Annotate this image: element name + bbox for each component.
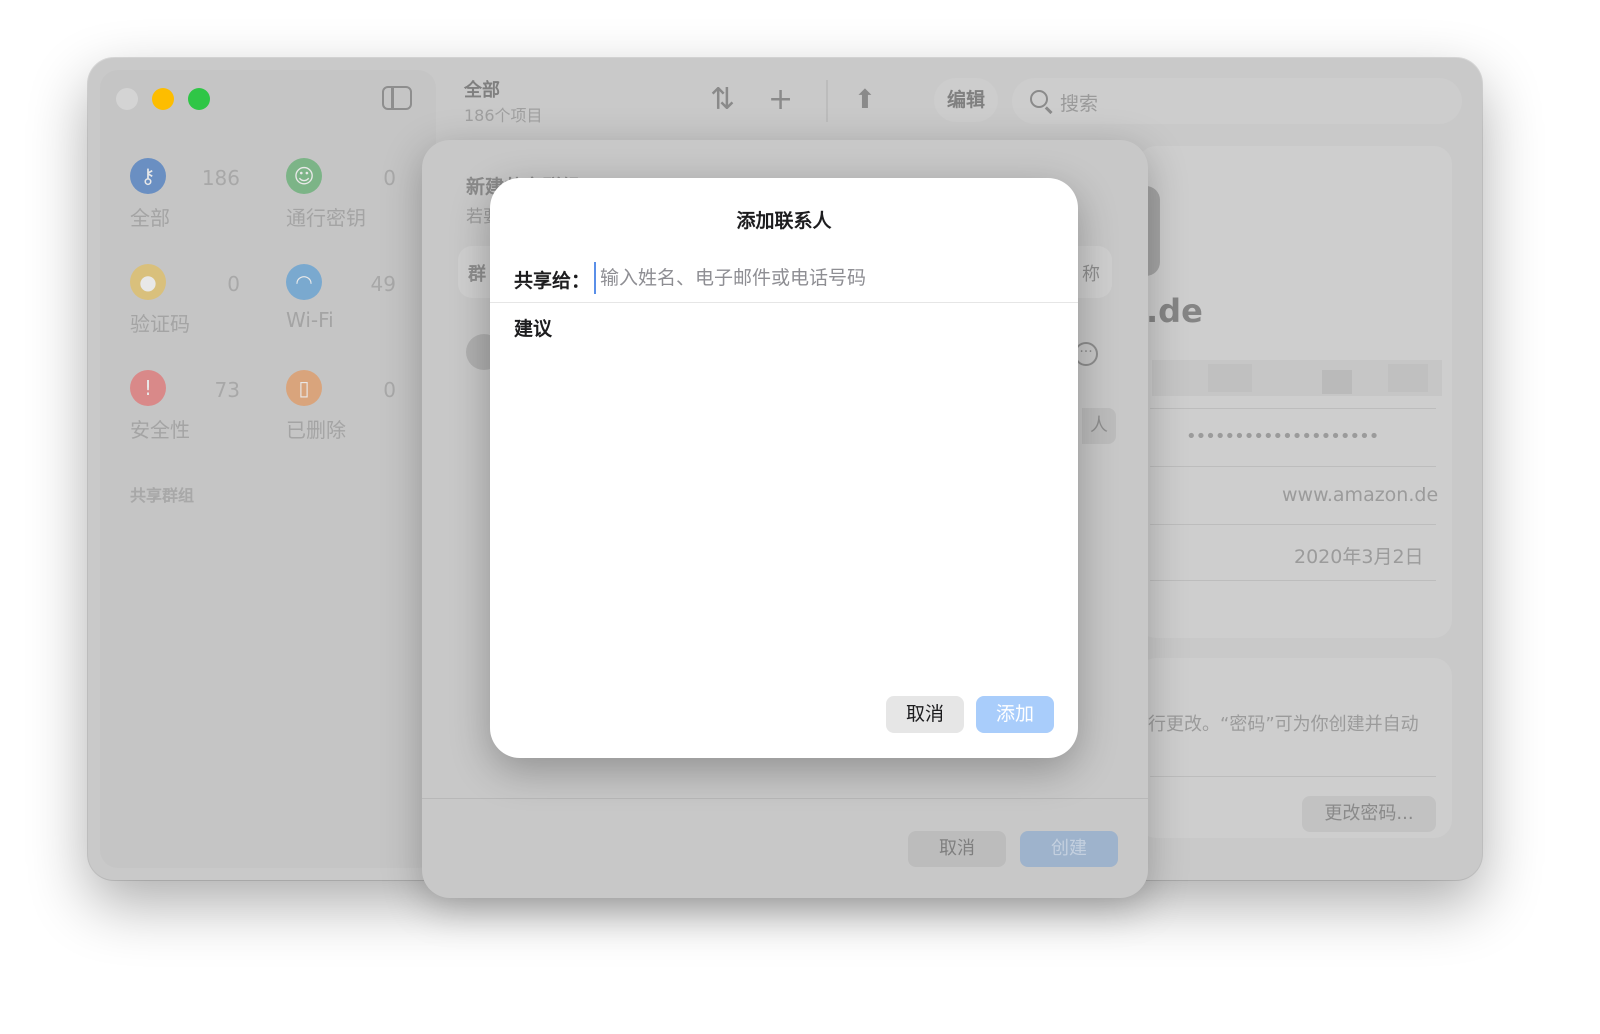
sheet-divider <box>422 798 1148 799</box>
share-with-label: 共享给： <box>514 270 591 292</box>
change-password-button[interactable]: 更改密码... <box>1302 796 1436 832</box>
add-icon[interactable]: + <box>768 82 793 118</box>
dialog-add-button[interactable]: 添加 <box>976 696 1054 733</box>
divider <box>1150 524 1436 525</box>
edit-button[interactable]: 编辑 <box>934 78 998 122</box>
search-placeholder: 搜索 <box>1060 93 1099 115</box>
blur-block <box>1208 364 1252 392</box>
contact-search-input[interactable] <box>594 262 1054 294</box>
blur-block <box>1388 364 1428 392</box>
dialog-divider <box>490 302 1078 303</box>
list-title: 全部 <box>464 80 500 101</box>
sort-icon[interactable]: ⇅ <box>710 82 735 118</box>
dialog-cancel-button[interactable]: 取消 <box>886 696 964 733</box>
add-contacts-dialog: 添加联系人 共享给： 建议 取消 添加 <box>490 178 1078 758</box>
sidebar-toggle-icon[interactable] <box>382 86 412 110</box>
app-icon <box>1146 186 1160 276</box>
group-name-label: 群 <box>468 264 486 285</box>
window-maximize-button[interactable] <box>188 88 210 110</box>
modified-date: 2020年3月2日 <box>1294 546 1424 568</box>
add-people-button[interactable]: 人 <box>1082 408 1116 444</box>
key-icon: ⚷ <box>130 158 166 194</box>
shared-groups-heading: 共享群组 <box>130 486 195 505</box>
sidebar-item-codes[interactable]: ● 0 验证码 <box>100 264 240 354</box>
window-minimize-button[interactable] <box>152 88 174 110</box>
sidebar-item-deleted[interactable]: ▯ 0 已删除 <box>256 370 396 460</box>
alert-icon: ! <box>130 370 166 406</box>
search-icon <box>1030 90 1048 108</box>
wifi-icon: ◠ <box>286 264 322 300</box>
dialog-title: 添加联系人 <box>736 210 832 232</box>
toolbar-divider <box>826 80 828 122</box>
sidebar-item-wifi[interactable]: ◠ 49 Wi-Fi <box>256 264 396 354</box>
sheet-cancel-button[interactable]: 取消 <box>908 831 1006 867</box>
list-item-count: 186个项目 <box>464 106 543 125</box>
window-close-button[interactable] <box>116 88 138 110</box>
trash-icon: ▯ <box>286 370 322 406</box>
sidebar-item-all[interactable]: ⚷ 186 全部 <box>100 158 240 248</box>
sheet-create-button[interactable]: 创建 <box>1020 831 1118 867</box>
security-note: 行更改。“密码”可为你创建并自动 <box>1148 714 1419 735</box>
password-mask[interactable]: •••••••••••••••••••• <box>1186 426 1379 447</box>
divider <box>1150 776 1436 777</box>
group-name-suffix: 称 <box>1082 264 1100 285</box>
divider <box>1150 580 1436 581</box>
detail-title: .de <box>1146 292 1203 330</box>
divider <box>1150 408 1436 409</box>
divider <box>1150 466 1436 467</box>
sidebar-item-security[interactable]: ! 73 安全性 <box>100 370 240 460</box>
sidebar-item-passkeys[interactable]: ☺ 0 通行密钥 <box>256 158 396 248</box>
suggestions-heading: 建议 <box>514 318 553 340</box>
website-value[interactable]: www.amazon.de <box>1282 484 1438 506</box>
lock-icon: ● <box>130 264 166 300</box>
passkey-icon: ☺ <box>286 158 322 194</box>
search-field[interactable]: 搜索 <box>1012 78 1462 124</box>
share-icon[interactable]: ⬆ <box>854 82 876 118</box>
blur-block <box>1322 370 1352 394</box>
